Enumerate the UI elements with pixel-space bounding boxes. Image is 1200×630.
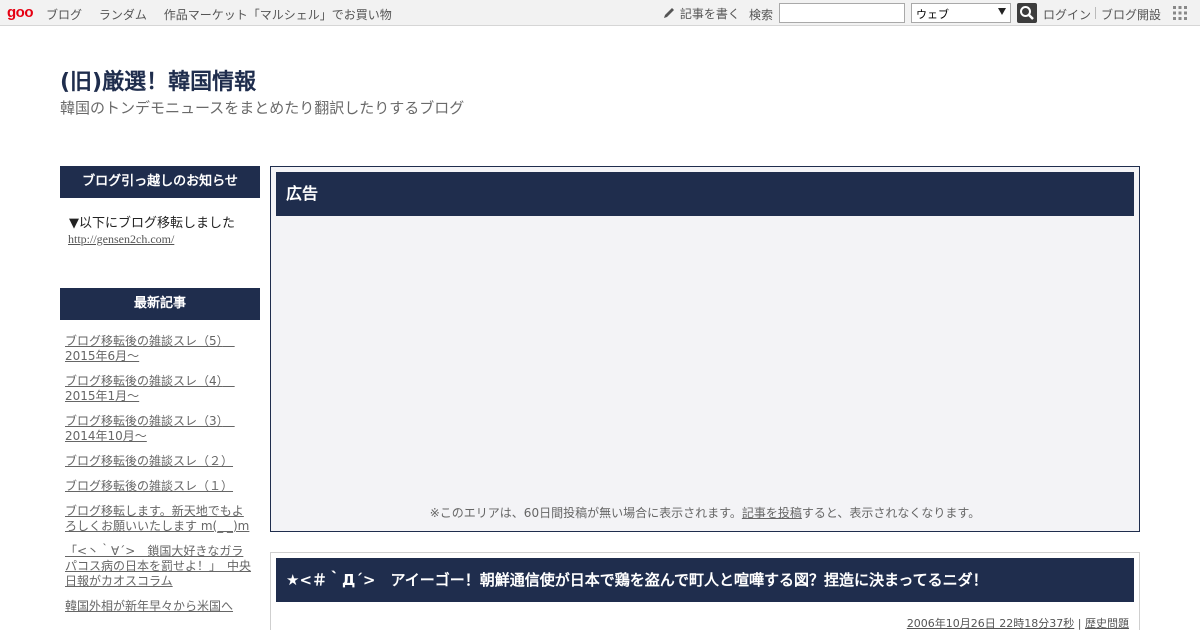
ad-heading: 広告 bbox=[276, 172, 1134, 216]
recent-post-link[interactable]: 「<丶｀∀´> 鎖国大好きなガラパコス病の日本を罰せよ！」 中央日報がカオスコラ… bbox=[65, 544, 255, 589]
search-label: 検索 bbox=[749, 8, 774, 22]
ad-note-before: ※このエリアは、60日間投稿が無い場合に表示されます。 bbox=[429, 506, 742, 520]
toolbar-nav: ブログ ランダム 作品マーケット「マルシェル」でお買い物 bbox=[46, 6, 405, 23]
post-article-link[interactable]: 記事を投稿 bbox=[742, 506, 802, 520]
recent-posts-heading: 最新記事 bbox=[60, 288, 260, 320]
article-meta: 2006年10月26日 22時18分37秒 | 歴史問題 bbox=[907, 615, 1129, 630]
write-post-label: 記事を書く bbox=[679, 7, 740, 21]
search-input[interactable] bbox=[779, 3, 905, 23]
nav-random-link[interactable]: ランダム bbox=[99, 8, 147, 22]
recent-post-link[interactable]: 韓国外相が新年早々から米国へ bbox=[65, 599, 255, 614]
search-scope-select[interactable]: ウェブ bbox=[911, 3, 1011, 23]
recent-post-link[interactable]: ブログ移転後の雑談スレ（4） 2015年1月～ bbox=[65, 374, 255, 404]
ad-note-after: すると、表示されなくなります。 bbox=[801, 506, 981, 520]
login-link[interactable]: ログイン bbox=[1043, 6, 1091, 23]
blog-description: 韓国のトンデモニュースをまとめたり翻訳したりするブログ bbox=[60, 99, 465, 117]
search-icon bbox=[1020, 6, 1034, 20]
goo-logo[interactable]: goo bbox=[7, 4, 34, 21]
meta-separator: | bbox=[1074, 617, 1085, 630]
article: ★<＃｀Д´> アイーゴー！朝鮮通信使が日本で鶏を盗んで町人と喧嘩する図？捏造に… bbox=[270, 552, 1140, 630]
toolbar-separator bbox=[1095, 7, 1096, 19]
search-scope-value: ウェブ bbox=[916, 8, 949, 21]
blog-title[interactable]: (旧)厳選！韓国情報 bbox=[60, 64, 256, 96]
notice-text: ▼以下にブログ移転しました bbox=[69, 216, 235, 231]
recent-post-link[interactable]: ブログ移転後の雑談スレ（3） 2014年10月～ bbox=[65, 414, 255, 444]
recent-post-link[interactable]: ブログ移転後の雑談スレ（5） 2015年6月～ bbox=[65, 334, 255, 364]
recent-post-link[interactable]: ブログ移転します。新天地でもよろしくお願いいたします m(_ _)m bbox=[65, 504, 255, 534]
recent-post-link[interactable]: ブログ移転後の雑談スレ（１） bbox=[65, 479, 255, 494]
open-blog-link[interactable]: ブログ開設 bbox=[1101, 6, 1161, 23]
nav-marche-link[interactable]: 作品マーケット「マルシェル」でお買い物 bbox=[164, 8, 392, 22]
nav-blog-link[interactable]: ブログ bbox=[46, 8, 82, 22]
grid-menu-icon[interactable] bbox=[1172, 5, 1188, 21]
notice-heading: ブログ引っ越しのお知らせ bbox=[60, 166, 260, 198]
recent-posts-list: ブログ移転後の雑談スレ（5） 2015年6月～ ブログ移転後の雑談スレ（4） 2… bbox=[65, 334, 255, 624]
ad-area: 広告 ※このエリアは、60日間投稿が無い場合に表示されます。記事を投稿すると、表… bbox=[270, 166, 1140, 532]
chevron-down-icon bbox=[998, 8, 1006, 15]
article-category-link[interactable]: 歴史問題 bbox=[1085, 617, 1129, 630]
write-post-link[interactable]: 記事を書く bbox=[662, 5, 740, 22]
search-button[interactable] bbox=[1017, 3, 1037, 23]
article-date-link[interactable]: 2006年10月26日 22時18分37秒 bbox=[907, 617, 1074, 630]
notice-link[interactable]: http://gensen2ch.com/ bbox=[68, 232, 174, 247]
ad-note: ※このエリアは、60日間投稿が無い場合に表示されます。記事を投稿すると、表示され… bbox=[271, 504, 1139, 521]
goo-toolbar: goo ブログ ランダム 作品マーケット「マルシェル」でお買い物 記事を書く 検… bbox=[0, 0, 1200, 26]
pencil-icon bbox=[664, 8, 674, 18]
recent-post-link[interactable]: ブログ移転後の雑談スレ（２） bbox=[65, 454, 255, 469]
article-title[interactable]: ★<＃｀Д´> アイーゴー！朝鮮通信使が日本で鶏を盗んで町人と喧嘩する図？捏造に… bbox=[276, 558, 1134, 602]
